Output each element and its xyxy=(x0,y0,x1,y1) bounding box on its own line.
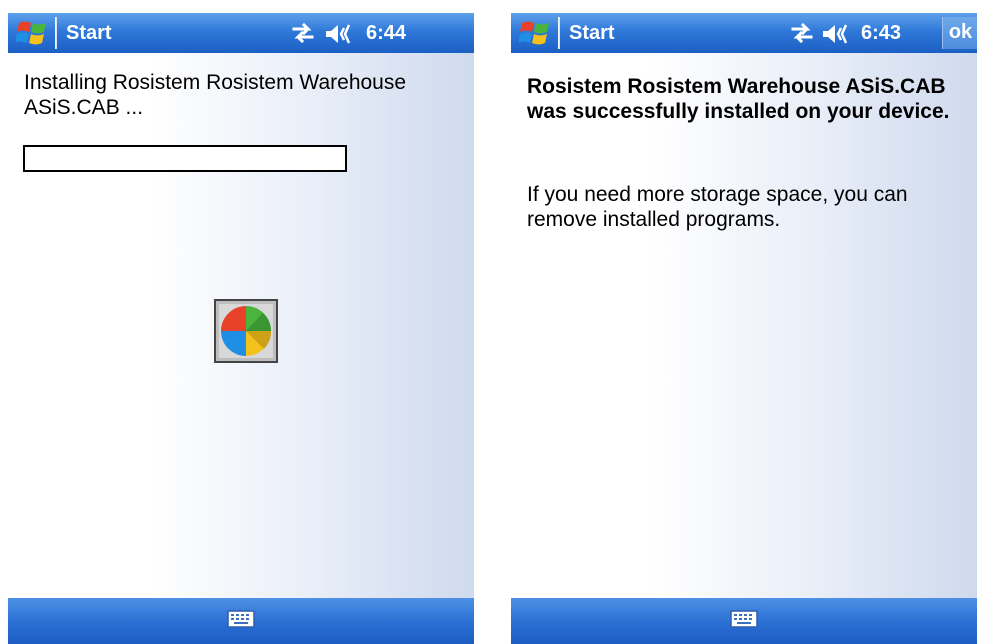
clock[interactable]: 6:44 xyxy=(366,22,406,45)
connectivity-icon[interactable] xyxy=(290,23,316,43)
navigation-bar: Start 6:44 xyxy=(8,13,474,53)
success-message: Rosistem Rosistem Warehouse ASiS.CAB was… xyxy=(527,75,950,123)
menu-bar xyxy=(511,598,977,644)
volume-icon[interactable] xyxy=(324,23,354,45)
keyboard-icon[interactable] xyxy=(227,609,255,629)
title-separator xyxy=(55,17,57,49)
installed-screen: Start 6:43 ok Rosistem Rosistem Warehous… xyxy=(511,13,977,644)
progress-bar xyxy=(23,145,347,172)
windows-logo-icon[interactable] xyxy=(519,20,551,46)
ok-button[interactable]: ok xyxy=(942,17,977,49)
storage-info-message: If you need more storage space, you can … xyxy=(527,183,908,231)
start-label[interactable]: Start xyxy=(66,22,112,45)
volume-icon[interactable] xyxy=(821,23,851,45)
title-separator xyxy=(558,17,560,49)
navigation-bar: Start 6:43 ok xyxy=(511,13,977,53)
windows-logo-icon[interactable] xyxy=(16,20,48,46)
start-label[interactable]: Start xyxy=(569,22,615,45)
installing-screen: Start 6:44 Installing Rosistem Rosistem … xyxy=(8,13,474,644)
installing-message: Installing Rosistem Rosistem Warehouse A… xyxy=(24,71,407,119)
clock[interactable]: 6:43 xyxy=(861,22,901,45)
connectivity-icon[interactable] xyxy=(789,23,815,43)
keyboard-icon[interactable] xyxy=(730,609,758,629)
busy-icon xyxy=(214,299,278,363)
menu-bar xyxy=(8,598,474,644)
